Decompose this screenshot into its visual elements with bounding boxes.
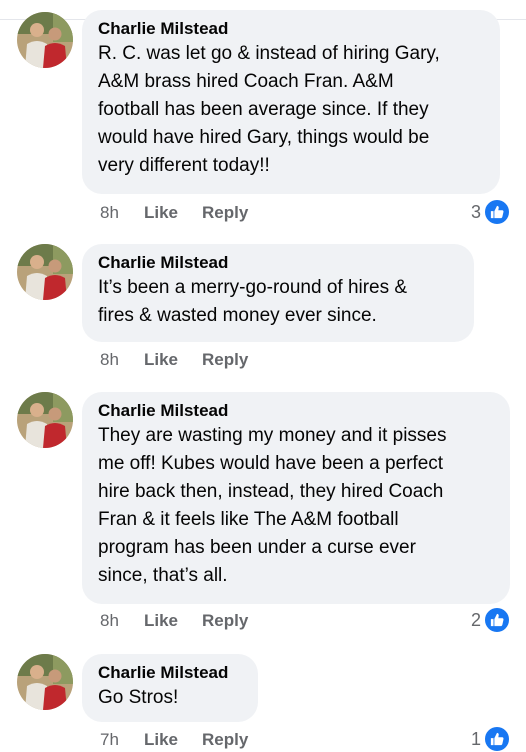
comment-timestamp[interactable]: 7h — [100, 729, 144, 751]
thumbs-up-icon — [484, 199, 510, 225]
like-button[interactable]: Like — [144, 349, 202, 371]
like-button[interactable]: Like — [144, 202, 202, 224]
comment-text: R. C. was let go & instead of hiring Gar… — [98, 43, 440, 176]
reaction-summary[interactable]: 2 — [471, 607, 510, 633]
comment-text: They are wasting my money and it pisses … — [98, 425, 447, 586]
reply-button[interactable]: Reply — [202, 202, 248, 224]
reaction-count: 3 — [470, 201, 481, 222]
avatar[interactable] — [17, 244, 73, 300]
avatar[interactable] — [17, 392, 73, 448]
thumbs-up-icon — [484, 607, 510, 633]
comment-timestamp[interactable]: 8h — [100, 610, 144, 632]
comment-author[interactable]: Charlie Milstead — [98, 662, 242, 684]
avatar[interactable] — [17, 12, 73, 68]
reaction-count: 2 — [470, 609, 481, 630]
comment-text: Go Stros! — [98, 687, 179, 708]
comment-bubble: Charlie Milstead They are wasting my mon… — [82, 392, 510, 604]
comment-bubble: Charlie Milstead R. C. was let go & inst… — [82, 10, 500, 194]
thumbs-up-icon — [484, 726, 510, 752]
comment-author[interactable]: Charlie Milstead — [98, 252, 458, 274]
reaction-summary[interactable]: 3 — [471, 199, 510, 225]
reply-button[interactable]: Reply — [202, 729, 248, 751]
comment-text: It’s been a merry-go-round of hires & fi… — [98, 277, 408, 326]
comment-timestamp[interactable]: 8h — [100, 202, 144, 224]
comment-actions: 8h Like Reply — [100, 202, 248, 224]
comment-timestamp[interactable]: 8h — [100, 349, 144, 371]
comment-actions: 8h Like Reply — [100, 349, 248, 371]
comment-actions: 7h Like Reply — [100, 729, 248, 751]
reply-button[interactable]: Reply — [202, 610, 248, 632]
reaction-summary[interactable]: 1 — [471, 726, 510, 752]
comment-bubble: Charlie Milstead Go Stros! — [82, 654, 258, 722]
comment-author[interactable]: Charlie Milstead — [98, 18, 484, 40]
comment-actions: 8h Like Reply — [100, 610, 248, 632]
comment-author[interactable]: Charlie Milstead — [98, 400, 494, 422]
like-button[interactable]: Like — [144, 610, 202, 632]
avatar[interactable] — [17, 654, 73, 710]
reaction-count: 1 — [470, 728, 481, 749]
like-button[interactable]: Like — [144, 729, 202, 751]
reply-button[interactable]: Reply — [202, 349, 248, 371]
comment-bubble: Charlie Milstead It’s been a merry-go-ro… — [82, 244, 474, 342]
